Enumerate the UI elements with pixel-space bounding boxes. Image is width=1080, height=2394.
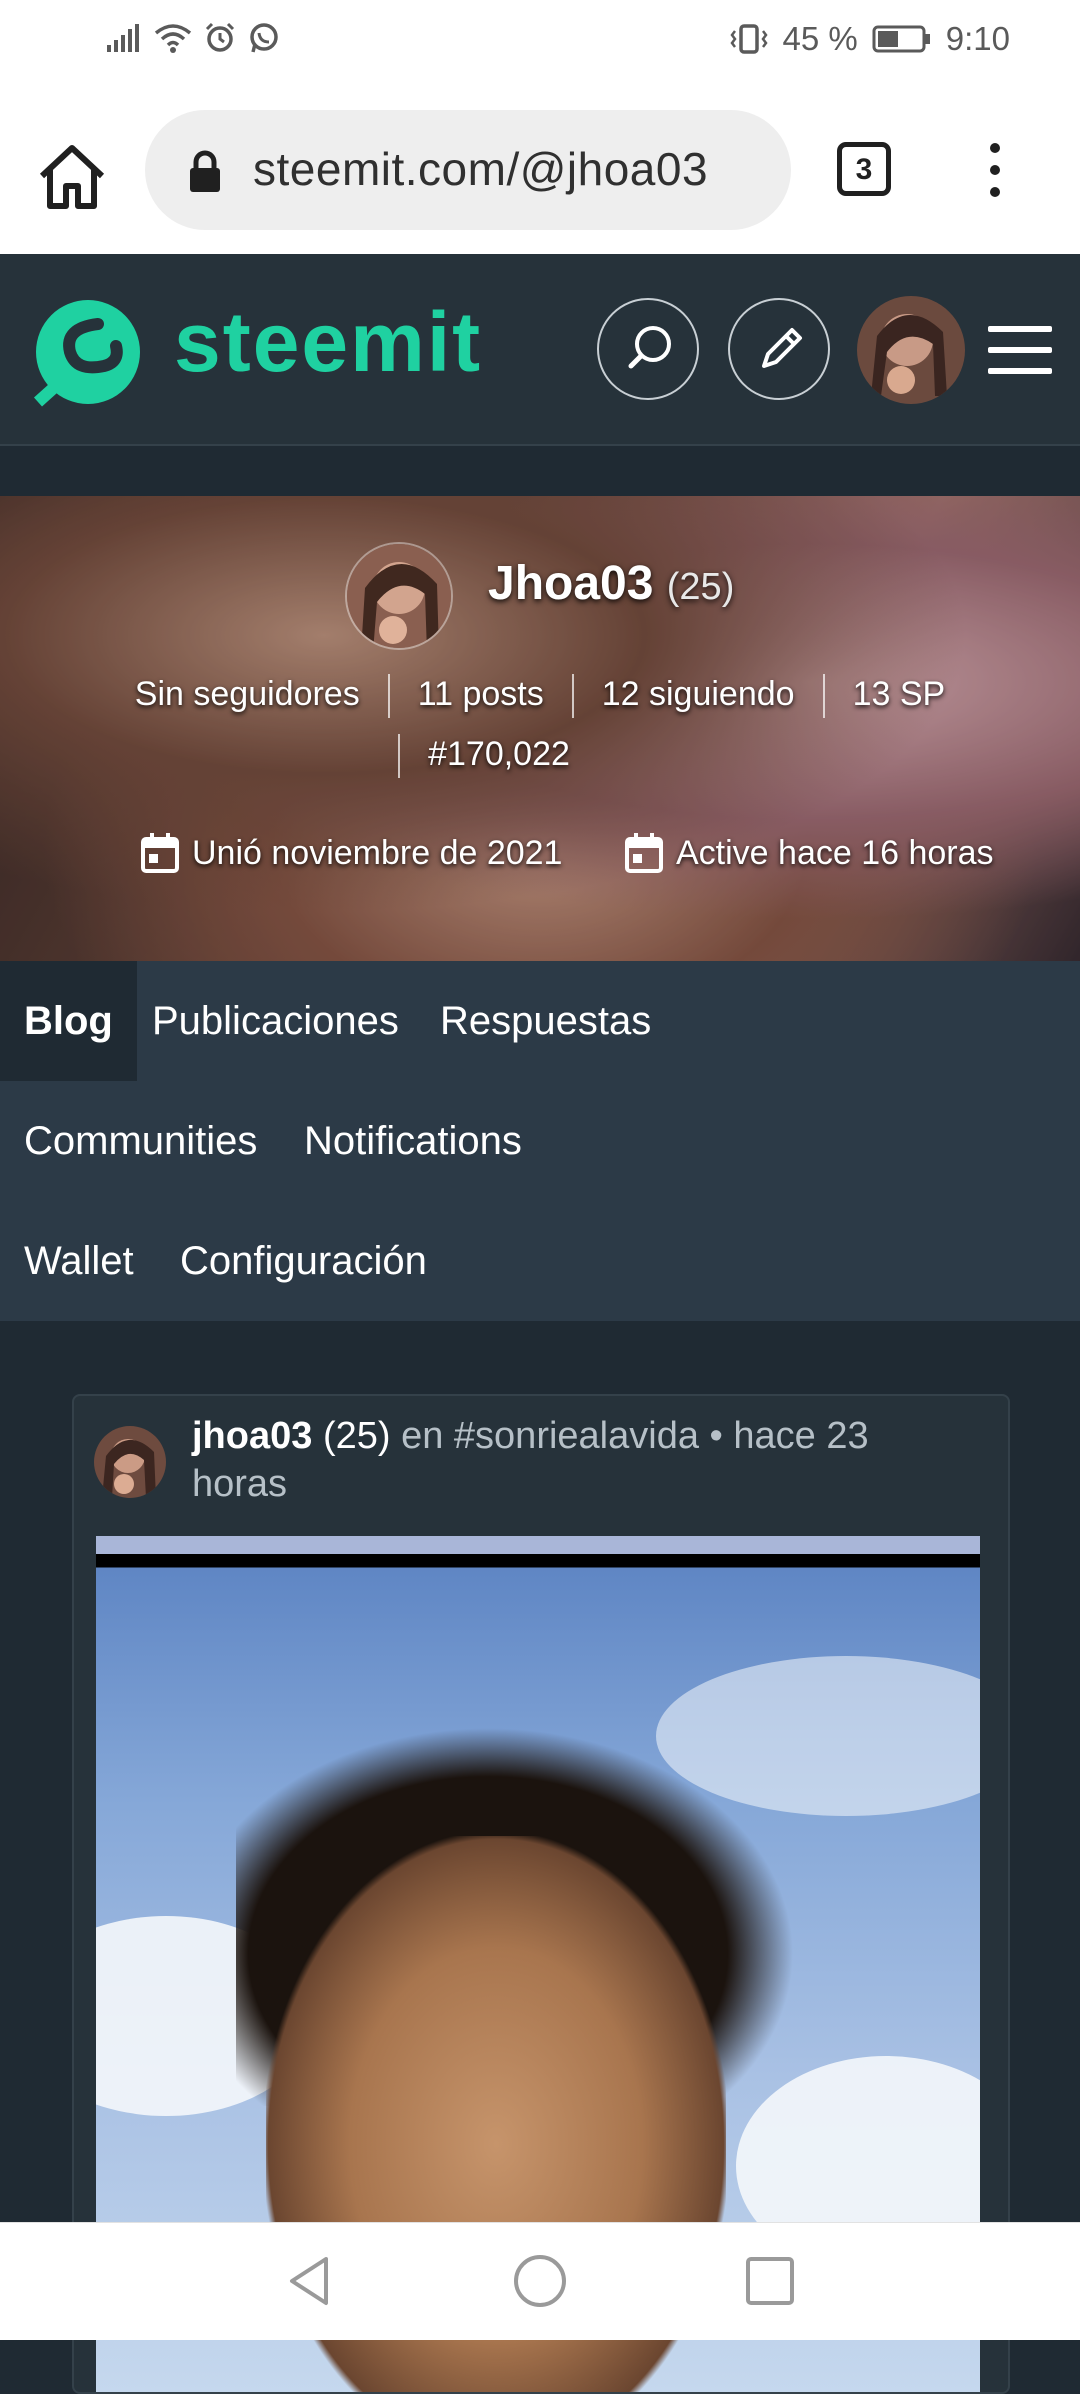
divider [398, 734, 401, 778]
tab-respuestas[interactable]: Respuestas [416, 961, 675, 1081]
battery-percent: 45 % [782, 20, 858, 57]
user-avatar[interactable] [857, 296, 965, 404]
profile-reputation: (25) [666, 566, 735, 608]
steem-power: 13 SP [852, 674, 946, 713]
pencil-icon [762, 328, 802, 368]
profile-username: Jhoa03 [488, 557, 654, 610]
status-bar: 45 % 9:10 [0, 0, 1080, 84]
post-author-avatar[interactable] [94, 1426, 166, 1498]
address-bar[interactable]: steemit.com/@jhoa03 [145, 110, 791, 230]
profile-avatar-image [347, 544, 451, 648]
divider [822, 674, 825, 718]
followers-link[interactable]: Sin seguidores [135, 675, 360, 713]
status-icons-left [106, 22, 280, 54]
site-header: steemit [0, 254, 1080, 446]
search-icon [628, 326, 671, 369]
tab-communities[interactable]: Communities [0, 1081, 281, 1201]
post-author-link[interactable]: jhoa03 [192, 1415, 312, 1457]
browser-toolbar: steemit.com/@jhoa03 3 [0, 84, 1080, 254]
post-community-link[interactable]: en #sonriealavida [401, 1415, 699, 1457]
post-meta: jhoa03 (25) en #sonriealavida • hace 23 … [192, 1412, 952, 1508]
profile-rank-row: #170,022 [0, 734, 960, 778]
calendar-icon [141, 833, 179, 873]
tab-publicaciones[interactable]: Publicaciones [128, 961, 423, 1081]
steemit-logo-text[interactable]: steemit [174, 294, 482, 391]
signal-icon [107, 24, 139, 52]
home-icon[interactable] [34, 138, 110, 214]
posts-count: 11 posts [417, 674, 544, 713]
tab-configuracion[interactable]: Configuración [156, 1201, 451, 1321]
calendar-icon [625, 833, 663, 873]
post-avatar-image [94, 1426, 166, 1498]
system-navigation-bar [0, 2222, 1080, 2340]
battery-icon [872, 25, 930, 53]
tab-notifications[interactable]: Notifications [280, 1081, 546, 1201]
joined-text: Unió noviembre de 2021 [192, 833, 563, 872]
tab-wallet[interactable]: Wallet [0, 1201, 158, 1321]
back-icon[interactable] [280, 2251, 340, 2311]
whatsapp-icon [250, 23, 278, 53]
tab-switcher-button[interactable]: 3 [837, 142, 891, 196]
wifi-icon [154, 24, 192, 53]
hamburger-menu-icon[interactable] [988, 326, 1052, 374]
steemit-logo-icon[interactable] [28, 294, 146, 412]
write-post-button[interactable] [728, 298, 830, 400]
recents-icon[interactable] [740, 2251, 800, 2311]
url-text: steemit.com/@jhoa03 [253, 143, 709, 195]
active-text: Active hace 16 horas [676, 833, 994, 872]
divider [387, 674, 390, 718]
joined-date: Unió noviembre de 2021 [140, 832, 562, 874]
clock: 9:10 [945, 20, 1010, 57]
following-link[interactable]: 12 siguiendo [602, 675, 795, 713]
home-nav-icon[interactable] [510, 2251, 570, 2311]
profile-stats: Sin seguidores 11 posts 12 siguiendo 13 SP [0, 674, 1080, 718]
more-options-icon[interactable] [980, 140, 1010, 200]
profile-rank: #170,022 [428, 734, 570, 773]
profile-name: Jhoa03 (25) [488, 556, 734, 611]
post-author-reputation: (25) [322, 1415, 391, 1457]
last-active: Active hace 16 horas [624, 832, 994, 874]
status-icons-right: 45 % 9:10 [729, 20, 1010, 58]
tab-blog[interactable]: Blog [0, 961, 137, 1081]
profile-cover: Jhoa03 (25) Sin seguidores 11 posts 12 sig… [0, 496, 1080, 961]
profile-tabs: Blog Publicaciones Respuestas Communitie… [0, 961, 1080, 1321]
avatar-image [857, 296, 965, 404]
profile-avatar[interactable] [345, 542, 453, 650]
vibrate-icon [729, 24, 768, 54]
search-button[interactable] [597, 298, 699, 400]
divider [571, 674, 574, 718]
alarm-icon [205, 22, 235, 52]
lock-icon [190, 150, 220, 192]
